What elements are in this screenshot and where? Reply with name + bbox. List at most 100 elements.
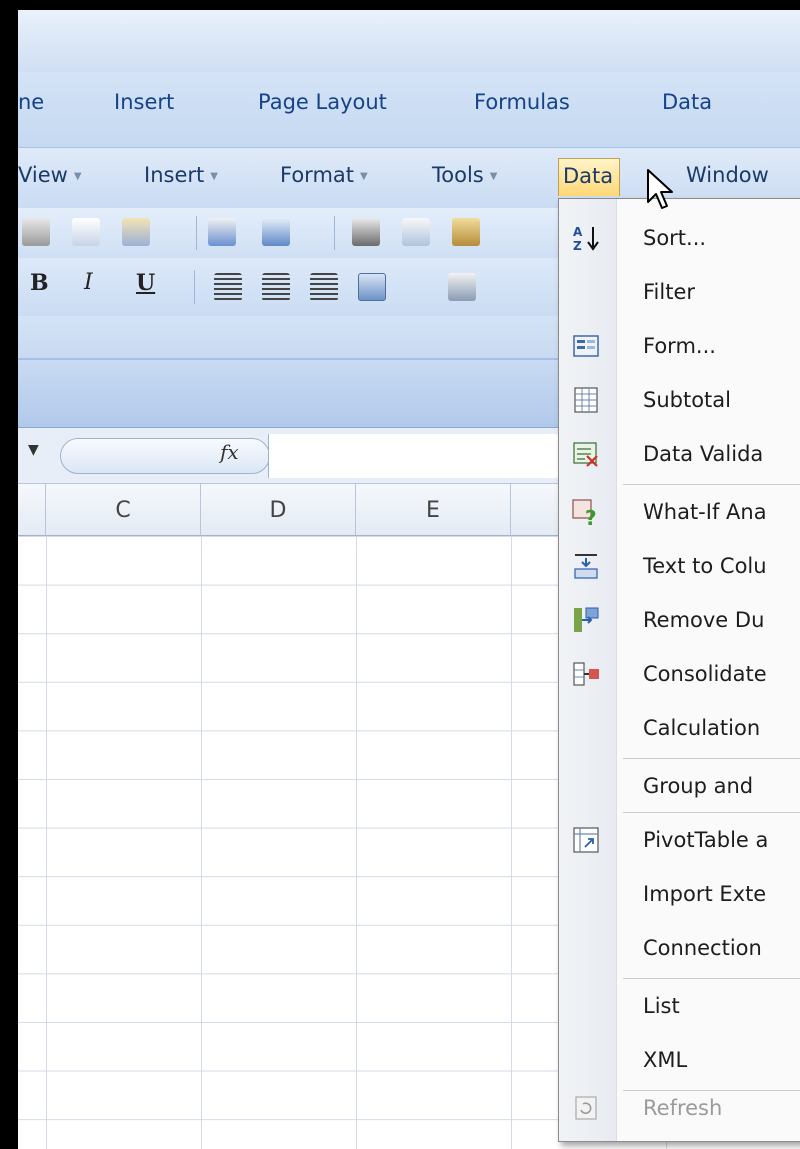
menu-item-text-to-columns[interactable]: Text to Colu bbox=[559, 541, 800, 595]
column-header-b[interactable] bbox=[18, 484, 46, 536]
menu-item-label: Connection bbox=[643, 936, 762, 960]
menu-item-label: Consolidate bbox=[643, 662, 767, 686]
menu-insert-label: Insert bbox=[144, 163, 205, 187]
menu-item-calculation[interactable]: Calculation bbox=[559, 703, 800, 757]
menu-item-label: PivotTable a bbox=[643, 828, 769, 852]
pivottable-icon bbox=[573, 827, 599, 853]
menu-item-filter[interactable]: Filter bbox=[559, 267, 800, 321]
column-header-d[interactable]: D bbox=[201, 484, 356, 536]
svg-text:A: A bbox=[573, 225, 583, 239]
what-if-icon: ? bbox=[572, 499, 597, 527]
svg-text:?: ? bbox=[585, 506, 597, 527]
menu-window-label: Window bbox=[686, 163, 769, 187]
menu-item-label: Subtotal bbox=[643, 388, 731, 412]
formatting-toolbar: B I U bbox=[18, 258, 558, 316]
menu-item-pivottable[interactable]: PivotTable a bbox=[559, 815, 800, 869]
menu-item-refresh[interactable]: Refresh bbox=[559, 1083, 800, 1137]
title-bar bbox=[18, 10, 800, 72]
menu-item-data-validation[interactable]: Data Valida bbox=[559, 429, 800, 483]
italic-button[interactable]: I bbox=[84, 270, 93, 295]
formula-bar: ▼ fx bbox=[18, 428, 558, 484]
menu-item-label: Sort... bbox=[643, 226, 707, 250]
menu-separator bbox=[623, 978, 800, 979]
workbook-caption-bar bbox=[18, 360, 558, 428]
toolbar-separator bbox=[194, 270, 195, 304]
standard-toolbar bbox=[18, 208, 558, 258]
menu-item-what-if[interactable]: ? What-If Ana bbox=[559, 487, 800, 541]
data-menu: A Z Sort... Filter Form... Subtotal Data… bbox=[558, 198, 800, 1142]
toolbar-spacer bbox=[18, 316, 558, 360]
menu-item-sort[interactable]: A Z Sort... bbox=[559, 213, 800, 267]
text-to-columns-icon bbox=[574, 554, 598, 579]
menu-item-label: What-If Ana bbox=[643, 500, 767, 524]
underline-button[interactable]: U bbox=[136, 270, 155, 296]
column-header-c[interactable]: C bbox=[46, 484, 201, 536]
menu-tools-label: Tools bbox=[432, 163, 484, 187]
menu-tools[interactable]: Tools ▼ bbox=[428, 158, 503, 196]
mouse-cursor-icon bbox=[647, 169, 673, 209]
menu-item-subtotal[interactable]: Subtotal bbox=[559, 375, 800, 429]
merge-center-icon[interactable] bbox=[358, 273, 386, 301]
align-center-icon[interactable] bbox=[262, 273, 290, 301]
ribbon-tabs: ne Insert Page Layout Formulas Data bbox=[18, 72, 800, 148]
menu-format-label: Format bbox=[280, 163, 355, 187]
menu-item-label: Data Valida bbox=[643, 442, 764, 466]
menu-item-list[interactable]: List bbox=[559, 981, 800, 1035]
menu-item-label: Text to Colu bbox=[643, 554, 767, 578]
menu-item-xml[interactable]: XML bbox=[559, 1035, 800, 1089]
spelling-icon[interactable] bbox=[208, 218, 236, 246]
menu-data-label: Data bbox=[563, 164, 614, 188]
chevron-down-icon: ▼ bbox=[360, 170, 368, 182]
tab-page-layout[interactable]: Page Layout bbox=[258, 90, 387, 114]
menu-item-label: Remove Du bbox=[643, 608, 765, 632]
tab-home[interactable]: ne bbox=[18, 90, 44, 114]
subtotal-icon bbox=[574, 387, 598, 413]
menu-separator bbox=[623, 484, 800, 485]
column-header-e[interactable]: E bbox=[356, 484, 511, 536]
menu-item-import-external-data[interactable]: Import Exte bbox=[559, 869, 800, 923]
align-left-icon[interactable] bbox=[214, 273, 242, 301]
toolbar-separator bbox=[334, 216, 335, 250]
wrap-text-icon[interactable] bbox=[448, 273, 476, 301]
menu-insert[interactable]: Insert ▼ bbox=[140, 158, 224, 196]
tab-data[interactable]: Data bbox=[662, 90, 712, 114]
bold-button[interactable]: B bbox=[30, 270, 49, 296]
menu-item-label: Calculation bbox=[643, 716, 761, 740]
menu-item-label: XML bbox=[643, 1048, 688, 1072]
menu-view[interactable]: View ▼ bbox=[18, 158, 88, 196]
menu-item-label: Form... bbox=[643, 334, 716, 358]
menu-item-connections[interactable]: Connection bbox=[559, 923, 800, 977]
chevron-down-icon: ▼ bbox=[489, 170, 498, 182]
menu-data[interactable]: Data bbox=[558, 158, 621, 196]
data-validation-icon bbox=[573, 442, 598, 467]
menu-item-label: List bbox=[643, 994, 680, 1018]
menu-item-label: Group and bbox=[643, 774, 754, 798]
research-icon[interactable] bbox=[262, 218, 290, 246]
menu-item-label: Refresh bbox=[643, 1096, 723, 1120]
menu-item-group-and-outline[interactable]: Group and bbox=[559, 761, 800, 815]
menu-window[interactable]: Window bbox=[682, 158, 775, 196]
tab-insert[interactable]: Insert bbox=[114, 90, 174, 114]
align-right-icon[interactable] bbox=[310, 273, 338, 301]
sort-az-icon: A Z bbox=[573, 225, 599, 253]
print-preview-icon[interactable] bbox=[72, 218, 100, 246]
permission-icon[interactable] bbox=[122, 218, 150, 246]
menu-item-remove-duplicates[interactable]: Remove Du bbox=[559, 595, 800, 649]
excel-window: ne Insert Page Layout Formulas Data View… bbox=[18, 10, 800, 1149]
name-box-dropdown-icon[interactable]: ▼ bbox=[28, 442, 39, 458]
toolbar-separator bbox=[196, 216, 197, 250]
menu-format[interactable]: Format ▼ bbox=[276, 158, 374, 196]
form-icon bbox=[573, 335, 599, 357]
menu-item-consolidate[interactable]: Consolidate bbox=[559, 649, 800, 703]
insert-function-icon[interactable]: fx bbox=[220, 440, 239, 464]
menu-separator bbox=[623, 758, 800, 759]
paste-icon[interactable] bbox=[452, 218, 480, 246]
print-icon[interactable] bbox=[22, 218, 50, 246]
tab-formulas[interactable]: Formulas bbox=[474, 90, 570, 114]
cut-icon[interactable] bbox=[352, 218, 380, 246]
formula-input[interactable] bbox=[268, 434, 558, 478]
chevron-down-icon: ▼ bbox=[210, 170, 218, 182]
menu-item-label: Filter bbox=[643, 280, 696, 304]
menu-item-form[interactable]: Form... bbox=[559, 321, 800, 375]
copy-icon[interactable] bbox=[402, 218, 430, 246]
